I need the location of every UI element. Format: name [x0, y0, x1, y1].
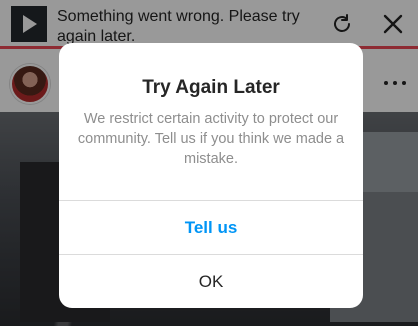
tell-us-button[interactable]: Tell us	[59, 201, 363, 254]
dialog-title: Try Again Later	[142, 77, 280, 98]
dialog-message: We restrict certain activity to protect …	[77, 111, 345, 167]
try-again-dialog: Try Again Later We restrict certain acti…	[59, 43, 363, 308]
ok-button[interactable]: OK	[59, 255, 363, 308]
